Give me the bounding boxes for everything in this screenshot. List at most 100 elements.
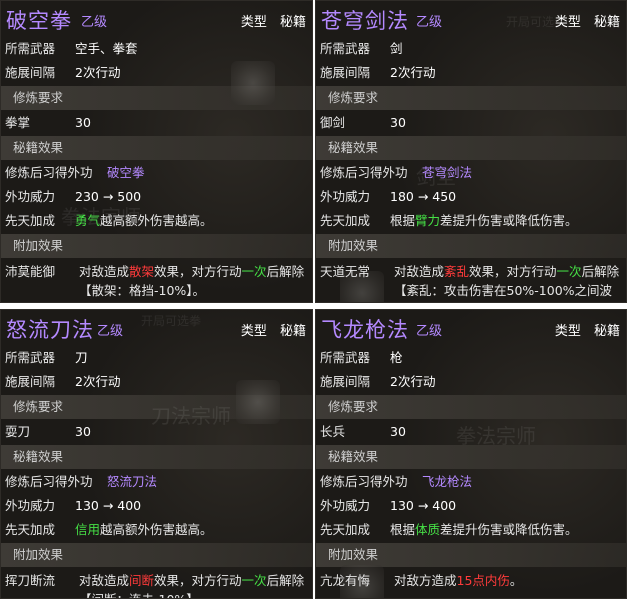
weapon-label: 所需武器	[320, 41, 371, 56]
learned-row: 修炼后习得外功 破空拳	[1, 161, 312, 185]
extra-text: 。	[509, 573, 523, 588]
tab-type[interactable]: 类型	[241, 324, 267, 339]
weapon-label: 所需武器	[320, 350, 371, 365]
power-label: 外功威力	[5, 498, 56, 513]
requirement-row: 拳掌 30	[1, 111, 312, 135]
extra-count: 一次	[556, 264, 582, 279]
requirement-value: 30	[390, 115, 406, 130]
extra-line-1: 对敌造成散架效果，对方行动一次后解除	[79, 262, 312, 281]
skill-title: 破空拳	[6, 9, 72, 33]
learned-skill: 苍穹剑法	[422, 165, 473, 180]
extra-status: 散架	[129, 264, 155, 279]
extra-row: 沛莫能御 对敌造成散架效果，对方行动一次后解除 【散架：格挡-10%】。	[1, 259, 312, 300]
tab-manual[interactable]: 秘籍	[594, 15, 620, 30]
power-row: 外功威力 230 → 500	[1, 185, 312, 209]
innate-attribute: 信用	[75, 522, 101, 537]
requirement-row: 长兵 30	[316, 420, 626, 444]
effect-header: 秘籍效果	[316, 445, 626, 469]
extra-header: 附加效果	[316, 234, 626, 258]
tab-bar: 类型 秘籍	[232, 320, 306, 339]
skill-grade: 乙级	[81, 15, 108, 30]
innate-attribute: 勇气	[75, 213, 101, 228]
power-value: 180 → 450	[390, 189, 457, 204]
power-label: 外功威力	[320, 189, 371, 204]
extra-row: 天道无常 对敌造成紊乱效果，对方行动一次后解除 【紊乱：攻击伤害在50%-100…	[316, 259, 626, 302]
skill-grade: 乙级	[97, 324, 124, 339]
weapon-row: 所需武器 刀	[1, 346, 312, 370]
effect-header: 秘籍效果	[1, 445, 312, 469]
power-row: 外功威力 130 → 400	[1, 494, 312, 518]
weapon-label: 所需武器	[5, 41, 56, 56]
requirement-name: 耍刀	[5, 424, 31, 439]
extra-text: 对敌造成	[79, 573, 130, 588]
tab-manual[interactable]: 秘籍	[594, 324, 620, 339]
extra-line-1: 对敌方造成15点内伤。	[394, 571, 626, 590]
weapon-row: 所需武器 剑	[316, 37, 626, 61]
requirement-header: 修炼要求	[316, 395, 626, 419]
tab-type[interactable]: 类型	[555, 324, 581, 339]
tab-manual[interactable]: 秘籍	[280, 324, 306, 339]
extra-text: 对敌造成	[394, 264, 445, 279]
extra-header: 附加效果	[1, 234, 312, 258]
extra-header: 附加效果	[1, 543, 312, 567]
innate-label: 先天加成	[320, 522, 371, 537]
tab-bar: 类型 秘籍	[546, 11, 620, 30]
skill-title: 飞龙枪法	[321, 318, 409, 342]
weapon-value: 空手、拳套	[75, 41, 138, 56]
extra-name: 天道无常	[320, 264, 371, 279]
requirement-name: 御剑	[320, 115, 346, 130]
power-row: 外功威力 180 → 450	[316, 185, 626, 209]
extra-count: 一次	[241, 573, 267, 588]
innate-row: 先天加成 根据臂力差提升伤害或降低伤害。	[316, 209, 626, 233]
requirement-name: 长兵	[320, 424, 346, 439]
extra-line-2: 【散架：格挡-10%】。	[79, 283, 206, 298]
skill-grade: 乙级	[416, 15, 443, 30]
interval-value: 2次行动	[75, 65, 121, 80]
power-value: 230 → 500	[75, 189, 142, 204]
requirement-header: 修炼要求	[316, 86, 626, 110]
extra-text: 对敌方造成	[394, 573, 457, 588]
tab-type[interactable]: 类型	[555, 15, 581, 30]
extra-text: 后解除	[266, 573, 305, 588]
extra-status: 15点内伤	[456, 573, 510, 588]
innate-label: 先天加成	[320, 213, 371, 228]
interval-value: 2次行动	[390, 65, 436, 80]
weapon-row: 所需武器 空手、拳套	[1, 37, 312, 61]
extra-row: 挥刀断流 对敌造成间断效果，对方行动一次后解除 【间断：连击-10%】。	[1, 568, 312, 598]
skill-card-feilong: 拳法宗师 飞龙枪法 乙级 类型 秘籍 所需武器枪 施展间隔 2次行动 修炼要求 长…	[315, 309, 627, 599]
innate-row: 先天加成 根据体质差提升伤害或降低伤害。	[316, 518, 626, 542]
requirement-row: 耍刀 30	[1, 420, 312, 444]
innate-post: 越高额外伤害越高。	[100, 213, 213, 228]
innate-row: 先天加成 勇气越高额外伤害越高。	[1, 209, 312, 233]
extra-text: 效果，对方行动	[154, 264, 242, 279]
learned-skill: 飞龙枪法	[422, 474, 473, 489]
power-label: 外功威力	[320, 498, 371, 513]
effect-header: 秘籍效果	[316, 136, 626, 160]
innate-post: 越高额外伤害越高。	[100, 522, 213, 537]
skill-grade: 乙级	[416, 324, 443, 339]
interval-row: 施展间隔 2次行动	[316, 61, 626, 85]
interval-row: 施展间隔 2次行动	[316, 370, 626, 394]
tab-type[interactable]: 类型	[241, 15, 267, 30]
learned-label: 修炼后习得外功	[5, 474, 93, 489]
extra-line-1: 对敌造成紊乱效果，对方行动一次后解除	[394, 262, 626, 281]
extra-status: 间断	[129, 573, 155, 588]
learned-row: 修炼后习得外功 飞龙枪法	[316, 470, 626, 494]
learned-label: 修炼后习得外功	[5, 165, 93, 180]
innate-attribute: 体质	[415, 522, 441, 537]
extra-name: 沛莫能御	[5, 264, 56, 279]
power-value: 130 → 400	[390, 498, 457, 513]
extra-text: 效果，对方行动	[154, 573, 242, 588]
tab-manual[interactable]: 秘籍	[280, 15, 306, 30]
interval-row: 施展间隔 2次行动	[1, 370, 312, 394]
power-row: 外功威力 130 → 400	[316, 494, 626, 518]
interval-row: 施展间隔 2次行动	[1, 61, 312, 85]
power-label: 外功威力	[5, 189, 56, 204]
learned-label: 修炼后习得外功	[320, 474, 408, 489]
interval-value: 2次行动	[75, 374, 121, 389]
weapon-row: 所需武器 枪	[316, 346, 626, 370]
weapon-value: 刀	[75, 350, 88, 365]
requirement-value: 30	[75, 424, 91, 439]
requirement-value: 30	[75, 115, 91, 130]
extra-name: 挥刀断流	[5, 573, 56, 588]
